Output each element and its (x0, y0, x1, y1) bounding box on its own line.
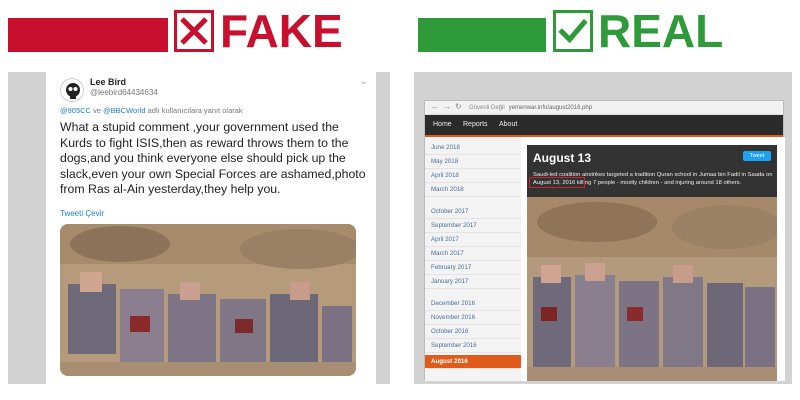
back-icon[interactable]: ← (431, 102, 439, 111)
fake-label: FAKE (220, 5, 343, 57)
sidebar-item-june-2018[interactable]: June 2018 (425, 141, 521, 155)
tweet-author-name[interactable]: Lee Bird (90, 77, 126, 87)
sidebar-item-march-2017[interactable]: March 2017 (425, 247, 521, 261)
sidebar-item-september-2016[interactable]: September 2016 (425, 339, 521, 353)
sidebar-item-december-2016[interactable]: December 2016 (425, 297, 521, 311)
archive-sidebar: June 2018 May 2018 April 2018 March 2018… (425, 137, 521, 381)
sidebar-item-may-2018[interactable]: May 2018 (425, 155, 521, 169)
main-content: August 13 Tweet Saudi-led coalition airs… (521, 137, 785, 381)
reply-suffix: adlı kullanıcılara yanıt olarak (145, 106, 243, 115)
nav-about[interactable]: About (499, 121, 517, 128)
sidebar-item-april-2018[interactable]: April 2018 (425, 169, 521, 183)
fake-banner-bar (8, 18, 168, 52)
reply-mention[interactable]: @905CC (60, 106, 91, 115)
sidebar-item-january-2017[interactable]: January 2017 (425, 275, 521, 289)
reply-context: @905CC ve @BBCWorld adlı kullanıcılara y… (60, 106, 243, 115)
nav-home[interactable]: Home (433, 121, 452, 128)
address-bar[interactable]: Güvenli Değil yemenwar.info/august2016.ph… (469, 103, 775, 113)
avatar[interactable] (60, 78, 84, 102)
reply-mention[interactable]: @BBCWorld (103, 106, 145, 115)
real-panel: ← → ↻ Güvenli Değil yemenwar.info/august2… (414, 72, 792, 384)
article-card: August 13 Tweet Saudi-led coalition airs… (527, 145, 777, 381)
tweet-share-button[interactable]: Tweet (743, 151, 771, 161)
nav-reports[interactable]: Reports (463, 121, 488, 128)
tweet-text: What a stupid comment ,your government u… (60, 120, 366, 196)
tweet-photo[interactable] (60, 224, 356, 376)
browser-toolbar: ← → ↻ Güvenli Değil yemenwar.info/august2… (425, 101, 783, 115)
sidebar-item-august-2016[interactable]: August 2016 (425, 355, 521, 369)
check-mark-icon (553, 10, 593, 52)
x-mark-icon (174, 10, 214, 52)
tweet-author-handle[interactable]: @leebird64434634 (90, 88, 158, 97)
sidebar-item-october-2017[interactable]: October 2017 (425, 205, 521, 219)
article-title: August 13 (533, 151, 592, 165)
security-indicator: Güvenli Değil (469, 105, 505, 111)
date-highlight-box (529, 177, 585, 188)
reply-connector: ve (90, 106, 104, 115)
forward-icon[interactable]: → (443, 102, 451, 111)
url-text: yemenwar.info/august2016.php (508, 105, 593, 111)
tweet-card: Lee Bird @leebird64434634 ⌄ @905CC ve @B… (46, 72, 376, 384)
sidebar-item-november-2016[interactable]: November 2016 (425, 311, 521, 325)
browser-window: ← → ↻ Güvenli Değil yemenwar.info/august2… (424, 100, 785, 381)
real-banner-bar (418, 18, 546, 52)
reload-icon[interactable]: ↻ (455, 102, 462, 111)
sidebar-item-march-2018[interactable]: March 2018 (425, 183, 521, 197)
sidebar-item-april-2017[interactable]: April 2017 (425, 233, 521, 247)
article-photo (527, 197, 777, 381)
translate-tweet-link[interactable]: Tweeti Çevir (60, 209, 104, 218)
chevron-down-icon[interactable]: ⌄ (360, 76, 368, 87)
sidebar-item-october-2016[interactable]: October 2016 (425, 325, 521, 339)
site-navbar: Home Reports About (425, 115, 783, 137)
sidebar-item-september-2017[interactable]: September 2017 (425, 219, 521, 233)
fake-panel: Lee Bird @leebird64434634 ⌄ @905CC ve @B… (8, 72, 390, 384)
sidebar-item-february-2017[interactable]: February 2017 (425, 261, 521, 275)
real-label: REAL (598, 5, 724, 57)
